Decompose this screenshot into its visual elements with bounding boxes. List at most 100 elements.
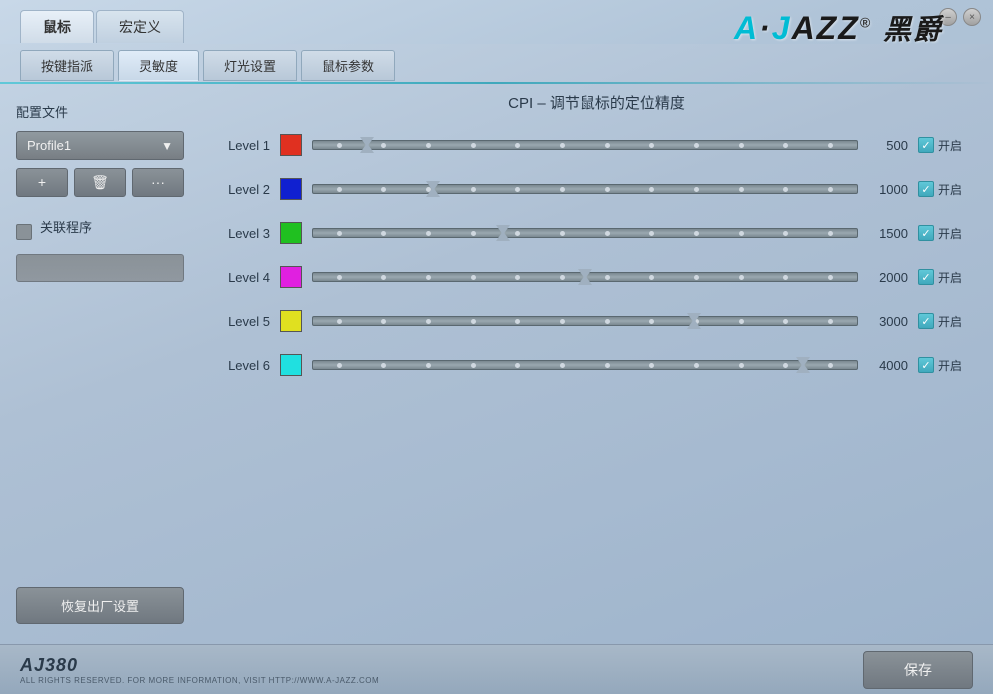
profile-section-label: 配置文件 xyxy=(16,102,184,121)
slider-dots-1 xyxy=(313,141,857,149)
slider-dot xyxy=(560,319,565,324)
slider-dot xyxy=(828,187,833,192)
slider-dot xyxy=(739,275,744,280)
close-button[interactable]: × xyxy=(963,8,981,26)
slider-6[interactable] xyxy=(312,349,858,381)
slider-dot xyxy=(471,319,476,324)
slider-dot xyxy=(783,363,788,368)
profile-name: Profile1 xyxy=(27,138,71,153)
associate-input[interactable] xyxy=(16,254,184,282)
cpi-value-6: 4000 xyxy=(868,358,908,373)
enable-label-2: 开启 xyxy=(938,181,962,198)
enable-check-2[interactable]: ✓ 开启 xyxy=(918,181,973,198)
left-panel: 配置文件 Profile1 ▼ + 🗑 ··· 关联程序 恢复出厂设置 xyxy=(0,82,200,644)
tab-mouse[interactable]: 鼠标 xyxy=(20,10,94,43)
slider-dot xyxy=(828,275,833,280)
slider-dot xyxy=(381,319,386,324)
copyright-text: ALL RIGHTS RESERVED. FOR MORE INFORMATIO… xyxy=(20,676,379,685)
slider-dot xyxy=(739,231,744,236)
slider-dots-6 xyxy=(313,361,857,369)
slider-5[interactable] xyxy=(312,305,858,337)
slider-dot xyxy=(694,231,699,236)
tab-params[interactable]: 鼠标参数 xyxy=(301,50,395,81)
slider-dot xyxy=(337,319,342,324)
dropdown-arrow-icon: ▼ xyxy=(161,139,173,153)
slider-3[interactable] xyxy=(312,217,858,249)
slider-dot xyxy=(560,187,565,192)
restore-defaults-button[interactable]: 恢复出厂设置 xyxy=(16,587,184,624)
cpi-value-5: 3000 xyxy=(868,314,908,329)
slider-dot xyxy=(739,187,744,192)
slider-dot xyxy=(828,231,833,236)
thumb-bot-6 xyxy=(796,363,810,373)
cpi-row-2: Level 2 1000 ✓ 开启 xyxy=(220,173,973,205)
slider-2[interactable] xyxy=(312,173,858,205)
slider-dot xyxy=(515,231,520,236)
slider-dot xyxy=(783,275,788,280)
save-button[interactable]: 保存 xyxy=(863,651,973,689)
level-color-4[interactable] xyxy=(280,266,302,288)
slider-dot xyxy=(337,363,342,368)
enable-check-4[interactable]: ✓ 开启 xyxy=(918,269,973,286)
more-options-button[interactable]: ··· xyxy=(132,168,184,197)
tab-sensitivity[interactable]: 灵敏度 xyxy=(118,50,199,81)
level-label-2: Level 2 xyxy=(220,182,270,197)
cpi-row-6: Level 6 4000 ✓ 开启 xyxy=(220,349,973,381)
slider-4[interactable] xyxy=(312,261,858,293)
slider-dot xyxy=(381,187,386,192)
level-label-1: Level 1 xyxy=(220,138,270,153)
slider-dot xyxy=(426,143,431,148)
slider-dot xyxy=(649,143,654,148)
associate-checkbox[interactable] xyxy=(16,224,32,240)
level-color-1[interactable] xyxy=(280,134,302,156)
slider-dot xyxy=(605,363,610,368)
slider-dot xyxy=(783,231,788,236)
slider-dot xyxy=(337,143,342,148)
cpi-row-3: Level 3 1500 ✓ 开启 xyxy=(220,217,973,249)
tab-macro[interactable]: 宏定义 xyxy=(96,10,184,43)
tab-keybind[interactable]: 按键指派 xyxy=(20,50,114,81)
level-color-6[interactable] xyxy=(280,354,302,376)
slider-1[interactable] xyxy=(312,129,858,161)
add-profile-button[interactable]: + xyxy=(16,168,68,197)
slider-dot xyxy=(426,319,431,324)
slider-dot xyxy=(605,319,610,324)
slider-dot xyxy=(515,319,520,324)
enable-check-5[interactable]: ✓ 开启 xyxy=(918,313,973,330)
level-color-3[interactable] xyxy=(280,222,302,244)
slider-dot xyxy=(694,187,699,192)
slider-dot xyxy=(649,363,654,368)
slider-dot xyxy=(560,143,565,148)
enable-check-1[interactable]: ✓ 开启 xyxy=(918,137,973,154)
slider-dot xyxy=(381,143,386,148)
level-color-5[interactable] xyxy=(280,310,302,332)
enable-label-3: 开启 xyxy=(938,225,962,242)
enable-check-6[interactable]: ✓ 开启 xyxy=(918,357,973,374)
level-label-4: Level 4 xyxy=(220,270,270,285)
slider-track-1 xyxy=(312,140,858,150)
slider-dot xyxy=(694,275,699,280)
slider-dot xyxy=(694,143,699,148)
slider-dots-2 xyxy=(313,185,857,193)
slider-dot xyxy=(471,231,476,236)
level-color-2[interactable] xyxy=(280,178,302,200)
tab-lighting[interactable]: 灯光设置 xyxy=(203,50,297,81)
bottom-left: AJ380 ALL RIGHTS RESERVED. FOR MORE INFO… xyxy=(20,655,379,685)
thumb-bot-4 xyxy=(578,275,592,285)
check-icon-4: ✓ xyxy=(918,269,934,285)
check-icon-2: ✓ xyxy=(918,181,934,197)
profile-dropdown[interactable]: Profile1 ▼ xyxy=(16,131,184,160)
check-icon-6: ✓ xyxy=(918,357,934,373)
check-icon-5: ✓ xyxy=(918,313,934,329)
slider-dot xyxy=(828,363,833,368)
slider-dot xyxy=(381,363,386,368)
slider-dot xyxy=(739,363,744,368)
enable-check-3[interactable]: ✓ 开启 xyxy=(918,225,973,242)
slider-dot xyxy=(605,187,610,192)
bottom-bar: AJ380 ALL RIGHTS RESERVED. FOR MORE INFO… xyxy=(0,644,993,694)
thumb-bot-3 xyxy=(496,231,510,241)
slider-dot xyxy=(560,363,565,368)
sub-tabs: 按键指派 灵敏度 灯光设置 鼠标参数 xyxy=(20,44,395,81)
enable-label-1: 开启 xyxy=(938,137,962,154)
delete-profile-button[interactable]: 🗑 xyxy=(74,168,126,197)
